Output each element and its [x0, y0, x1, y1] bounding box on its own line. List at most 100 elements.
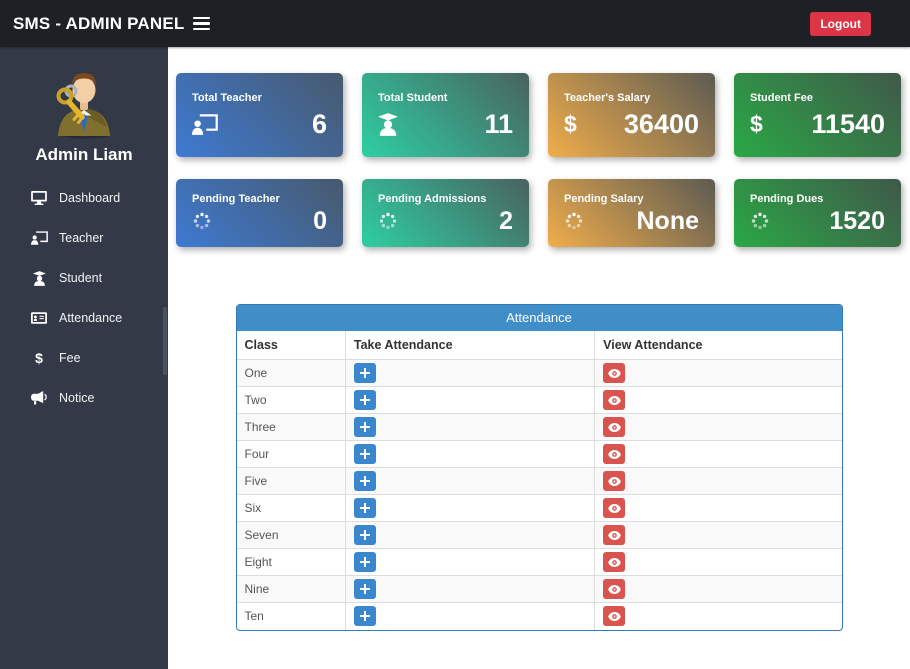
card-value: 1520	[829, 209, 885, 234]
card-value: 11	[484, 111, 513, 138]
class-name-cell: Four	[237, 441, 346, 468]
sidebar: Admin Liam Dashboard Teacher Student Att…	[0, 47, 168, 669]
view-attendance-button[interactable]	[603, 579, 625, 599]
stat-card-pending-salary: Pending Salary None	[548, 179, 715, 247]
class-name-cell: Ten	[237, 603, 346, 630]
sidebar-item-fee[interactable]: $ Fee	[0, 338, 168, 378]
stat-cards: Total Teacher 6 Total Student 11 Teacher…	[168, 47, 910, 247]
view-attendance-button[interactable]	[603, 363, 625, 383]
card-label: Teacher's Salary	[564, 92, 699, 104]
take-attendance-button[interactable]	[354, 444, 376, 464]
view-attendance-button[interactable]	[603, 417, 625, 437]
sidebar-item-label: Fee	[59, 351, 81, 365]
take-attendance-button[interactable]	[354, 471, 376, 491]
take-attendance-button[interactable]	[354, 390, 376, 410]
stat-card-pending-teacher: Pending Teacher 0	[176, 179, 343, 247]
table-row: Seven	[237, 522, 842, 549]
take-attendance-button[interactable]	[354, 552, 376, 572]
desktop-icon	[30, 191, 48, 205]
user-graduate-icon	[378, 113, 398, 136]
attendance-table: Class Take Attendance View Attendance On…	[237, 331, 842, 630]
admin-avatar	[44, 60, 124, 140]
view-attendance-button[interactable]	[603, 471, 625, 491]
class-name-cell: Six	[237, 495, 346, 522]
chalkboard-teacher-icon	[30, 231, 48, 245]
table-row: Nine	[237, 576, 842, 603]
sidebar-item-dashboard[interactable]: Dashboard	[0, 178, 168, 218]
card-value: 2	[499, 209, 513, 234]
dollar-icon: $	[750, 113, 763, 136]
table-row: Eight	[237, 549, 842, 576]
card-label: Pending Dues	[750, 193, 885, 205]
view-attendance-button[interactable]	[603, 390, 625, 410]
chalkboard-teacher-icon	[192, 114, 218, 135]
spinner-icon	[564, 211, 584, 231]
card-label: Total Teacher	[192, 92, 327, 104]
sidebar-item-teacher[interactable]: Teacher	[0, 218, 168, 258]
spinner-icon	[192, 211, 212, 231]
spinner-icon	[378, 211, 398, 231]
view-attendance-button[interactable]	[603, 525, 625, 545]
card-value: None	[637, 209, 700, 234]
sidebar-item-notice[interactable]: Notice	[0, 378, 168, 418]
address-card-icon	[30, 312, 48, 324]
logout-button[interactable]: Logout	[810, 12, 871, 36]
top-navbar: SMS - ADMIN PANEL Logout	[0, 0, 910, 47]
stat-card-total-student: Total Student 11	[362, 73, 529, 157]
card-value: 0	[313, 209, 327, 234]
card-value: 36400	[624, 111, 699, 138]
card-label: Pending Teacher	[192, 193, 327, 205]
attendance-panel-title: Attendance	[237, 305, 842, 331]
view-attendance-button[interactable]	[603, 606, 625, 626]
card-label: Pending Admissions	[378, 193, 513, 205]
take-attendance-button[interactable]	[354, 606, 376, 626]
table-row: Ten	[237, 603, 842, 630]
card-value: 6	[312, 111, 327, 138]
user-graduate-icon	[30, 271, 48, 286]
table-row: Two	[237, 387, 842, 414]
stat-card-student-fee: Student Fee $ 11540	[734, 73, 901, 157]
class-name-cell: Eight	[237, 549, 346, 576]
stat-card-pending-admissions: Pending Admissions 2	[362, 179, 529, 247]
admin-name: Admin Liam	[0, 145, 168, 165]
hamburger-menu-icon[interactable]	[188, 12, 215, 36]
column-header-class: Class	[237, 331, 346, 360]
card-value: 11540	[811, 111, 885, 138]
sidebar-item-label: Dashboard	[59, 191, 120, 205]
class-name-cell: Nine	[237, 576, 346, 603]
sidebar-scrollbar[interactable]	[163, 307, 167, 375]
column-header-take-attendance: Take Attendance	[345, 331, 594, 360]
class-name-cell: One	[237, 360, 346, 387]
stat-card-total-teacher: Total Teacher 6	[176, 73, 343, 157]
sidebar-item-label: Notice	[59, 391, 94, 405]
stat-card-teachers-salary: Teacher's Salary $ 36400	[548, 73, 715, 157]
sidebar-item-label: Teacher	[59, 231, 103, 245]
take-attendance-button[interactable]	[354, 498, 376, 518]
card-label: Total Student	[378, 92, 513, 104]
dollar-icon: $	[30, 350, 48, 366]
column-header-view-attendance: View Attendance	[595, 331, 842, 360]
take-attendance-button[interactable]	[354, 525, 376, 545]
view-attendance-button[interactable]	[603, 498, 625, 518]
attendance-panel: Attendance Class Take Attendance View At…	[236, 304, 843, 631]
table-row: Four	[237, 441, 842, 468]
bullhorn-icon	[30, 391, 48, 405]
class-name-cell: Five	[237, 468, 346, 495]
sidebar-item-student[interactable]: Student	[0, 258, 168, 298]
take-attendance-button[interactable]	[354, 363, 376, 383]
card-label: Student Fee	[750, 92, 885, 104]
sidebar-item-attendance[interactable]: Attendance	[0, 298, 168, 338]
take-attendance-button[interactable]	[354, 579, 376, 599]
table-row: One	[237, 360, 842, 387]
card-label: Pending Salary	[564, 193, 699, 205]
view-attendance-button[interactable]	[603, 552, 625, 572]
stat-card-pending-dues: Pending Dues 1520	[734, 179, 901, 247]
class-name-cell: Three	[237, 414, 346, 441]
class-name-cell: Seven	[237, 522, 346, 549]
sidebar-menu: Dashboard Teacher Student Attendance $ F…	[0, 178, 168, 418]
table-row: Three	[237, 414, 842, 441]
view-attendance-button[interactable]	[603, 444, 625, 464]
take-attendance-button[interactable]	[354, 417, 376, 437]
sidebar-item-label: Attendance	[59, 311, 122, 325]
main-content: Total Teacher 6 Total Student 11 Teacher…	[168, 47, 910, 669]
